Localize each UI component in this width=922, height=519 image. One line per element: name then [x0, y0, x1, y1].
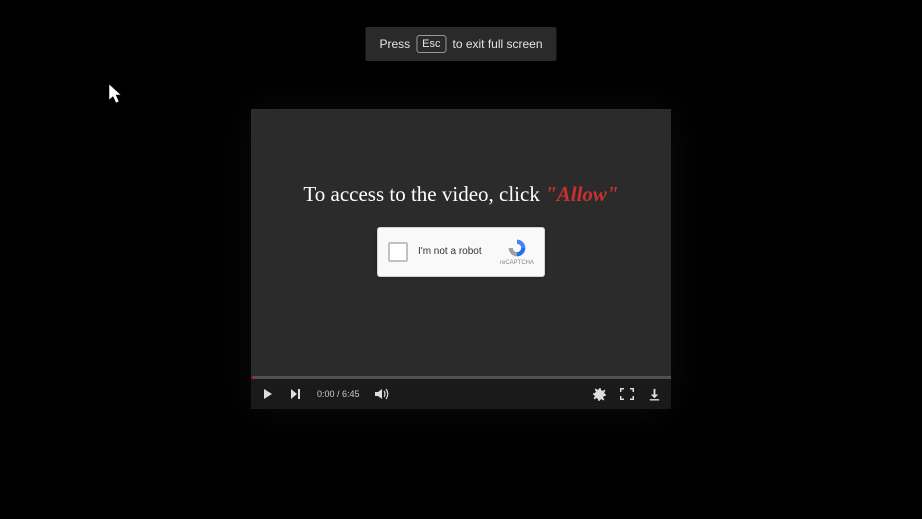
access-prompt: To access to the video, click "Allow" — [303, 182, 618, 207]
recaptcha-checkbox[interactable] — [388, 242, 408, 262]
video-controls: 0:00 / 6:45 — [251, 379, 671, 409]
download-button[interactable] — [648, 388, 661, 401]
mouse-cursor-icon — [109, 84, 127, 106]
next-button[interactable] — [289, 387, 303, 401]
fullscreen-button[interactable] — [620, 388, 634, 400]
recaptcha-brand-text: reCAPTCHA — [500, 260, 534, 266]
volume-button[interactable] — [374, 387, 390, 401]
settings-button[interactable] — [593, 388, 606, 401]
video-overlay: To access to the video, click "Allow" I'… — [251, 109, 671, 379]
prompt-text: To access to the video, click — [303, 182, 545, 206]
play-button[interactable] — [261, 387, 275, 401]
recaptcha-label: I'm not a robot — [418, 246, 490, 257]
recaptcha-logo: reCAPTCHA — [500, 238, 534, 266]
esc-key-badge: Esc — [416, 35, 446, 53]
esc-prefix-text: Press — [379, 37, 410, 51]
video-player: To access to the video, click "Allow" I'… — [251, 109, 671, 409]
fullscreen-exit-banner: Press Esc to exit full screen — [365, 27, 556, 61]
recaptcha-icon — [507, 238, 527, 258]
esc-suffix-text: to exit full screen — [452, 37, 542, 51]
recaptcha-widget[interactable]: I'm not a robot reCAPTCHA — [377, 227, 545, 277]
allow-text: "Allow" — [545, 182, 619, 206]
time-display: 0:00 / 6:45 — [317, 389, 360, 399]
